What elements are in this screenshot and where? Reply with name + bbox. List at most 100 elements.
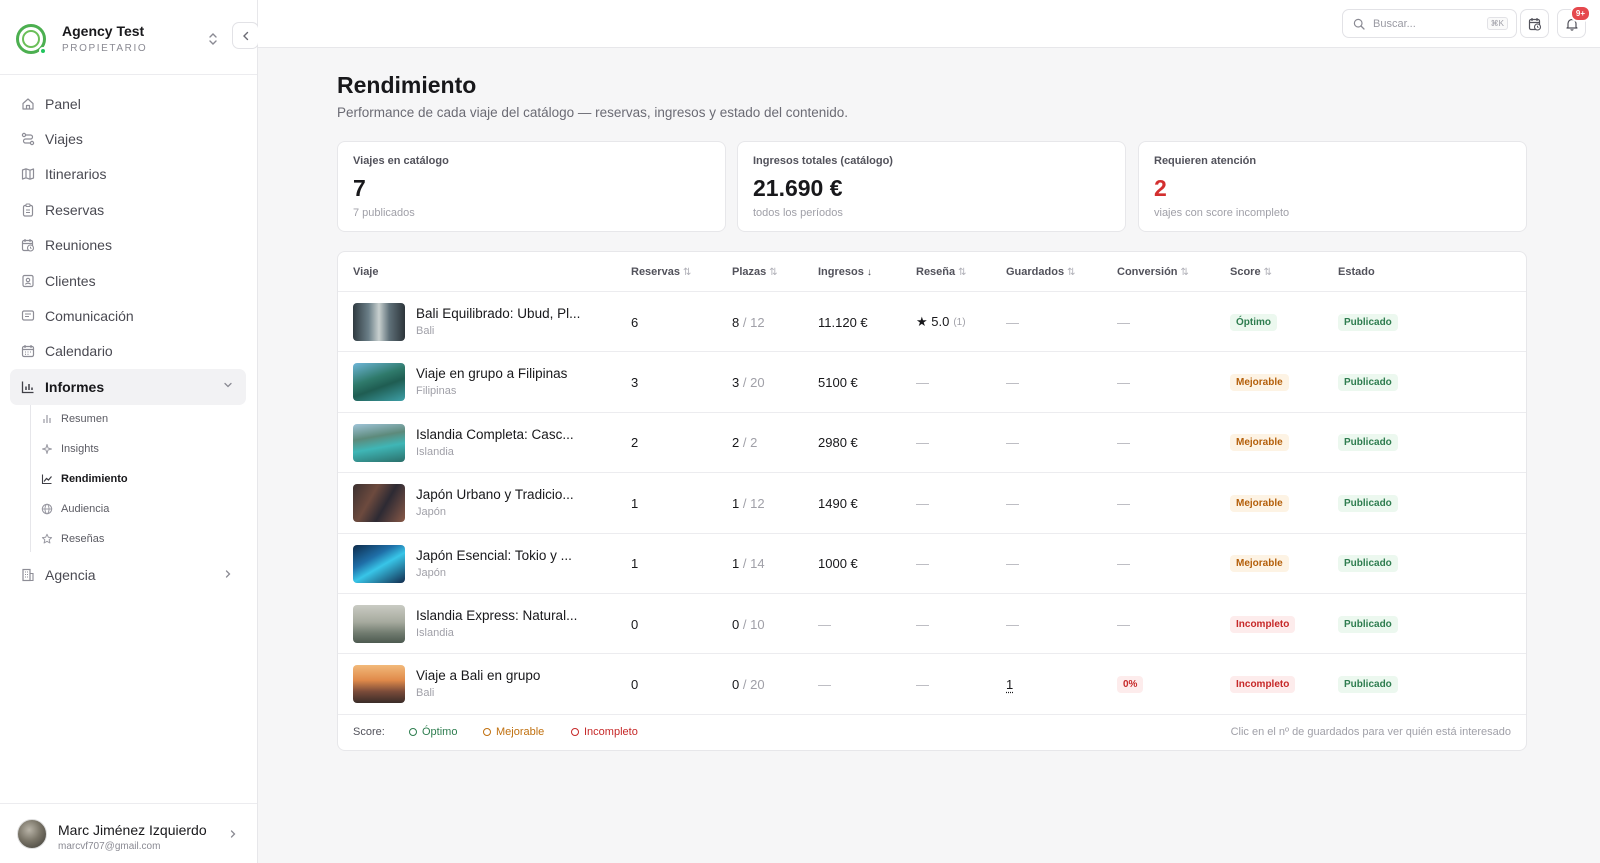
trip-name[interactable]: Islandia Express: Natural... [416,608,577,623]
sort-icon: ⇅ [1067,267,1076,278]
table-row[interactable]: Viaje en grupo a Filipinas Filipinas 3 3 / … [338,352,1526,413]
trip-destination: Islandia [416,627,454,639]
calendar-button[interactable] [1520,9,1549,38]
trip-thumbnail [353,484,405,523]
cell-score: Mejorable [1230,473,1289,533]
nav-label: Clientes [45,272,96,289]
agency-switcher[interactable]: Agency Test PROPIETARIO [16,18,259,60]
cell-plazas: 2 / 2 [732,435,758,451]
table-row[interactable]: Islandia Completa: Casc... Islandia 2 2 / 2… [338,413,1526,474]
chevron-right-icon [228,828,238,842]
cell-guardados[interactable]: 1 [1006,654,1013,714]
table-row[interactable]: Viaje a Bali en grupo Bali 0 0 / 20 — — 1 0% Inc… [338,654,1526,715]
table-row[interactable]: Japón Esencial: Tokio y ... Japón 1 1 / 14 1… [338,534,1526,594]
calendar-clock-icon [21,238,35,252]
nav-item-viajes[interactable]: Viajes [10,121,246,156]
sub-item-resumen[interactable]: Resumen [30,405,246,435]
chevron-down-icon [223,379,233,393]
nav-label: Reservas [45,201,105,218]
trip-destination: Bali [416,325,435,337]
nav-item-reuniones[interactable]: Reuniones [10,228,246,263]
kpi-label: Requieren atención [1154,155,1257,167]
trip-destination: Filipinas [416,385,457,398]
table-row[interactable]: Bali Equilibrado: Ubud, Pl... Bali 6 8 / 12… [338,292,1526,353]
sub-item-resenas[interactable]: Reseñas [30,524,246,554]
table-row[interactable]: Islandia Express: Natural... Islandia 0 0 /… [338,594,1526,655]
conversion-badge: 0% [1117,675,1144,693]
kpi-value: 2 [1154,175,1167,201]
sub-item-insights[interactable]: Insights [30,434,246,464]
trip-name[interactable]: Viaje a Bali en grupo [416,668,540,683]
notifications-badge: 9+ [1569,5,1591,22]
kpi-hint: viajes con score incompleto [1154,207,1290,219]
cell-conversion: — [1117,374,1130,390]
nav-label: Informes [45,378,105,395]
nav-item-clientes[interactable]: Clientes [10,263,246,298]
nav-label: Reuniones [45,237,112,254]
cell-conversion: — [1117,314,1130,330]
kpi-cards: Viajes en catálogo 7 7 publicados Ingres… [337,141,1527,232]
globe-icon [41,503,53,515]
nav-item-panel[interactable]: Panel [10,86,246,121]
col-conversion[interactable]: Conversión ⇅ [1117,266,1189,278]
notifications-button[interactable]: 9+ [1557,5,1591,38]
nav-item-calendario[interactable]: Calendario [10,334,246,369]
col-ingresos[interactable]: Ingresos ↓ [818,266,872,278]
cell-guardados: — [1006,435,1019,451]
col-guardados[interactable]: Guardados ⇅ [1006,266,1075,278]
col-score[interactable]: Score ⇅ [1230,266,1272,278]
score-badge: Incompleto [1230,675,1296,693]
nav-label: Itinerarios [45,166,107,183]
search-shortcut: ⌘K [1486,17,1508,30]
trip-name[interactable]: Islandia Completa: Casc... [416,427,574,442]
col-plazas[interactable]: Plazas ⇅ [732,266,778,278]
cell-reservas: 6 [631,314,639,330]
trip-name[interactable]: Bali Equilibrado: Ubud, Pl... [416,306,580,321]
nav-item-itinerarios[interactable]: Itinerarios [10,157,246,192]
trip-name[interactable]: Japón Urbano y Tradicio... [416,487,574,502]
cell-conversion: — [1117,556,1130,572]
page-title: Rendimiento [337,72,477,98]
nav-item-comunicacion[interactable]: Comunicación [10,298,246,333]
sidebar: Agency Test PROPIETARIO Panel Viajes Iti… [0,0,259,863]
trip-name[interactable]: Japón Esencial: Tokio y ... [416,548,572,563]
arrow-down-icon: ↓ [866,267,872,278]
nav-label: Comunicación [45,308,134,325]
nav-label: Calendario [45,343,113,360]
sort-icon: ⇅ [769,267,778,278]
topbar: Buscar... ⌘K 9+ [258,0,1600,48]
building-icon [21,568,35,582]
col-resena[interactable]: Reseña ⇅ [916,266,967,278]
main-nav: Panel Viajes Itinerarios Reservas Reunio… [10,86,246,593]
col-reservas[interactable]: Reservas ⇅ [631,266,691,278]
sub-item-rendimiento[interactable]: Rendimiento [30,464,246,494]
sub-item-label: Audiencia [61,502,110,515]
nav-label: Viajes [45,131,83,148]
sub-item-label: Insights [61,443,99,456]
kpi-card-trips: Viajes en catálogo 7 7 publicados [337,141,726,232]
agency-role: PROPIETARIO [62,43,148,54]
circle-icon [571,728,579,736]
nav-item-agencia[interactable]: Agencia [10,558,246,593]
search-input[interactable]: Buscar... ⌘K [1342,9,1517,38]
nav-item-reservas[interactable]: Reservas [10,192,246,227]
status-badge: Publicado [1338,313,1398,331]
kpi-label: Viajes en catálogo [353,155,449,167]
user-email: marcvf707@gmail.com [58,841,161,852]
trip-thumbnail [353,363,405,402]
cell-reservas: 3 [631,374,639,390]
sub-item-audiencia[interactable]: Audiencia [30,494,246,524]
trip-name[interactable]: Viaje en grupo a Filipinas [416,366,567,381]
legend-mejorable: Mejorable [483,726,544,738]
search-icon [1353,18,1365,30]
table-row[interactable]: Japón Urbano y Tradicio... Japón 1 1 / 12 14… [338,473,1526,534]
status-badge: Publicado [1338,494,1398,512]
chevrons-up-down-icon[interactable] [206,30,220,48]
user-menu[interactable]: Marc Jiménez Izquierdo marcvf707@gmail.c… [0,803,257,863]
cell-estado: Publicado [1338,654,1398,714]
collapse-sidebar-button[interactable] [232,22,259,49]
nav-item-informes[interactable]: Informes [10,369,246,405]
cell-ingresos: — [818,676,831,692]
agency-name: Agency Test [62,23,145,39]
cell-resena: — [916,676,929,692]
